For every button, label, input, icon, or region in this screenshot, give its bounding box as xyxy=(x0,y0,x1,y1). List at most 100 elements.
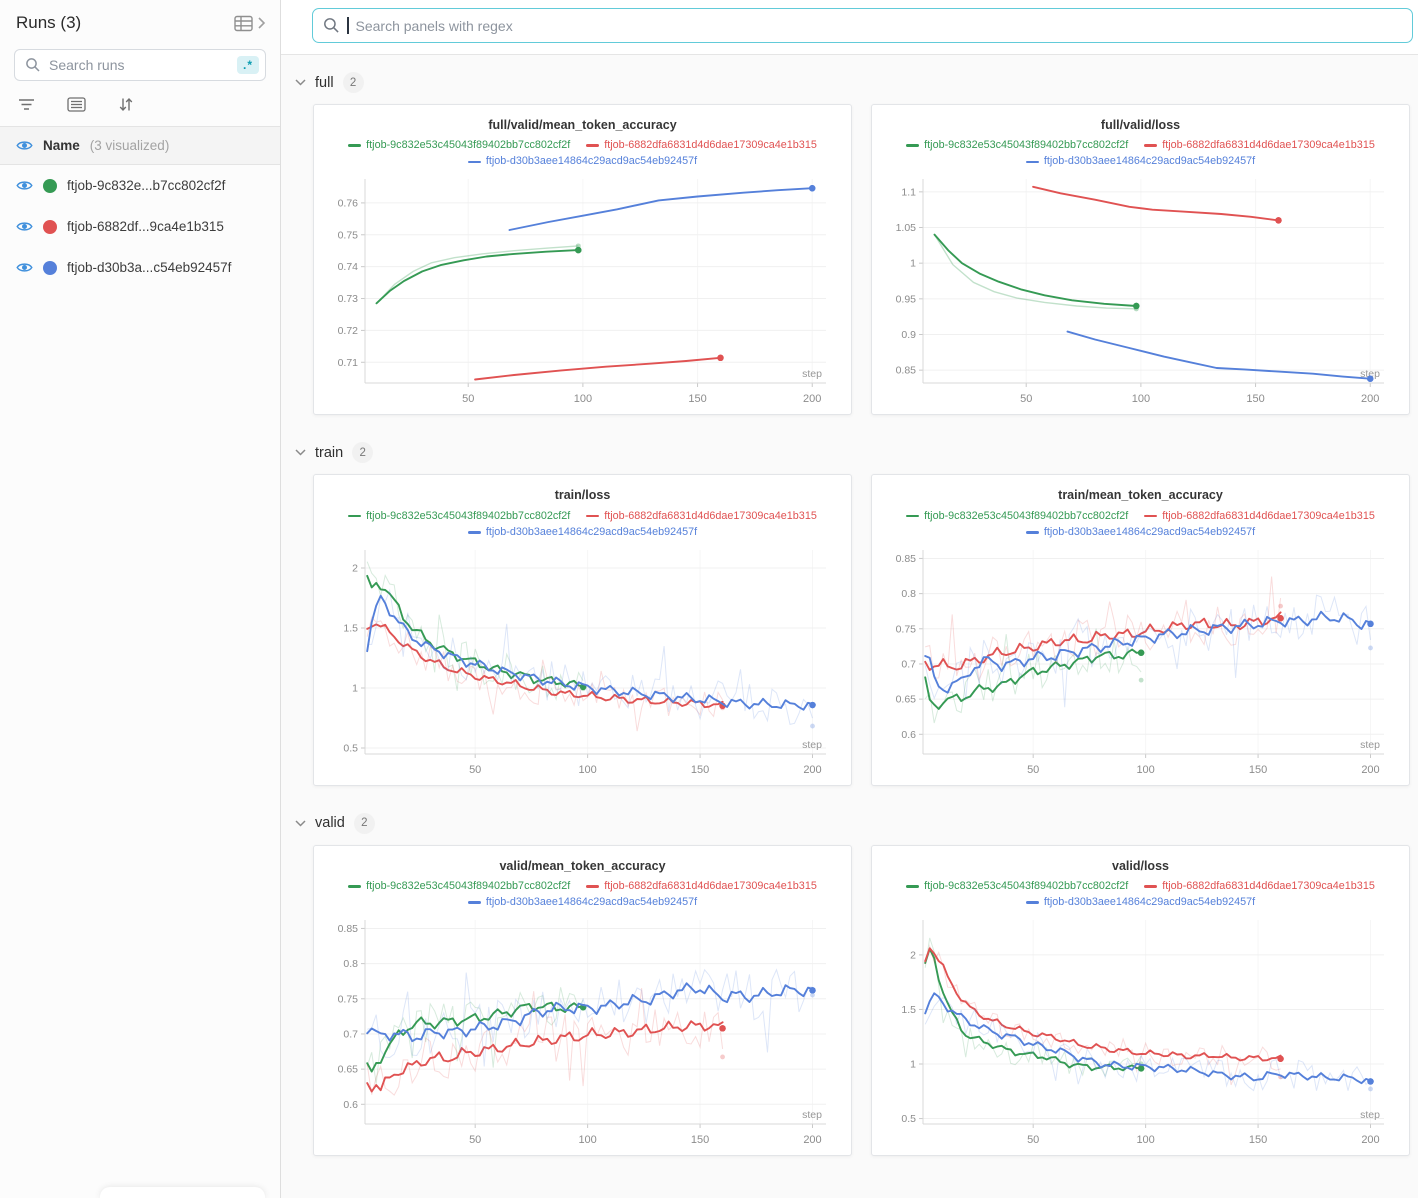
runs-table-header: Name (3 visualized) xyxy=(0,126,280,165)
chart-panel[interactable]: valid/mean_token_accuracyftjob-9c832e53c… xyxy=(313,845,852,1156)
legend-run-name: ftjob-d30b3aee14864c29acd9ac54eb92457f xyxy=(1044,525,1255,540)
legend-item[interactable]: ftjob-6882dfa6831d4d6dae17309ca4e1b315 xyxy=(586,138,817,153)
sort-icon[interactable] xyxy=(118,97,134,112)
legend-item[interactable]: ftjob-6882dfa6831d4d6dae17309ca4e1b315 xyxy=(1144,879,1375,894)
legend-item[interactable]: ftjob-d30b3aee14864c29acd9ac54eb92457f xyxy=(468,154,697,169)
legend-swatch-icon xyxy=(906,515,919,518)
legend-swatch-icon xyxy=(1026,161,1039,164)
section-label[interactable]: full xyxy=(315,75,334,91)
svg-text:50: 50 xyxy=(469,764,481,776)
chevron-down-icon[interactable] xyxy=(295,820,306,827)
regex-toggle-button[interactable]: .* xyxy=(237,56,259,74)
svg-text:0.5: 0.5 xyxy=(343,742,358,754)
legend-run-name: ftjob-d30b3aee14864c29acd9ac54eb92457f xyxy=(486,895,697,910)
chart-legend: ftjob-9c832e53c45043f89402bb7cc802cf2fft… xyxy=(325,507,840,539)
legend-item[interactable]: ftjob-9c832e53c45043f89402bb7cc802cf2f xyxy=(348,879,570,894)
columns-icon[interactable] xyxy=(67,97,86,112)
chart-canvas[interactable]: 501001502000.60.650.70.750.80.85step xyxy=(883,542,1398,780)
svg-text:50: 50 xyxy=(469,1134,481,1146)
legend-swatch-icon xyxy=(1026,901,1039,904)
svg-text:200: 200 xyxy=(803,1134,821,1146)
legend-item[interactable]: ftjob-9c832e53c45043f89402bb7cc802cf2f xyxy=(348,509,570,524)
legend-item[interactable]: ftjob-6882dfa6831d4d6dae17309ca4e1b315 xyxy=(1144,138,1375,153)
series-end-dot xyxy=(1133,303,1139,309)
visibility-eye-icon[interactable] xyxy=(16,179,33,192)
visibility-eye-icon[interactable] xyxy=(16,261,33,274)
table-view-icon[interactable] xyxy=(234,15,255,32)
run-name[interactable]: ftjob-6882df...9ca4e1b315 xyxy=(67,219,224,234)
chevron-down-icon[interactable] xyxy=(295,449,306,456)
chart-panel[interactable]: train/mean_token_accuracy ftjob-9c832e53c… xyxy=(871,474,1410,785)
svg-text:100: 100 xyxy=(1136,1134,1154,1146)
chevron-down-icon[interactable] xyxy=(295,79,306,86)
legend-item[interactable]: ftjob-9c832e53c45043f89402bb7cc802cf2f xyxy=(906,509,1128,524)
legend-item[interactable]: ftjob-9c832e53c45043f89402bb7cc802cf2f xyxy=(906,879,1128,894)
runs-title: Runs (3) xyxy=(16,13,81,33)
panel-grid: train/loss ftjob-9c832e53c45043f89402bb7c… xyxy=(313,474,1410,785)
legend-run-name: ftjob-6882dfa6831d4d6dae17309ca4e1b315 xyxy=(1162,138,1375,153)
collapse-sidebar-icon[interactable] xyxy=(257,16,266,30)
svg-text:150: 150 xyxy=(691,764,709,776)
chart-panel[interactable]: full/valid/loss ftjob-9c832e53c45043f8940… xyxy=(871,104,1410,415)
search-panels-placeholder: Search panels with regex xyxy=(356,18,513,34)
chart-canvas[interactable]: 501001502000.60.650.70.750.80.85step xyxy=(325,912,840,1150)
chart-panel[interactable]: full/valid/mean_token_accuracyftjob-9c83… xyxy=(313,104,852,415)
visibility-eye-icon[interactable] xyxy=(16,220,33,233)
svg-text:50: 50 xyxy=(1020,393,1032,405)
panels-area: Search panels with regex full 2 full/val… xyxy=(281,0,1418,1198)
chart-canvas[interactable]: 501001502000.511.52step xyxy=(883,912,1398,1150)
run-color-dot xyxy=(43,220,57,234)
name-column-header[interactable]: Name xyxy=(43,138,80,153)
run-row-3[interactable]: ftjob-d30b3a...c54eb92457f xyxy=(0,247,280,288)
chart-legend: ftjob-9c832e53c45043f89402bb7cc802cf2fft… xyxy=(883,137,1398,169)
chart-legend: ftjob-9c832e53c45043f89402bb7cc802cf2fft… xyxy=(883,878,1398,910)
chart-title: train/mean_token_accuracy xyxy=(883,488,1398,502)
legend-item[interactable]: ftjob-6882dfa6831d4d6dae17309ca4e1b315 xyxy=(586,879,817,894)
run-row-2[interactable]: ftjob-6882df...9ca4e1b315 xyxy=(0,206,280,247)
legend-item[interactable]: ftjob-d30b3aee14864c29acd9ac54eb92457f xyxy=(468,895,697,910)
visibility-all-eye-icon[interactable] xyxy=(16,139,33,152)
legend-run-name: ftjob-6882dfa6831d4d6dae17309ca4e1b315 xyxy=(604,879,817,894)
svg-text:0.6: 0.6 xyxy=(343,1099,358,1111)
series-end-dot xyxy=(809,987,815,993)
chart-legend: ftjob-9c832e53c45043f89402bb7cc802cf2fft… xyxy=(325,137,840,169)
legend-run-name: ftjob-6882dfa6831d4d6dae17309ca4e1b315 xyxy=(1162,879,1375,894)
series-end-dot xyxy=(1277,615,1283,621)
search-panels-input[interactable]: Search panels with regex xyxy=(312,8,1413,43)
legend-item[interactable]: ftjob-d30b3aee14864c29acd9ac54eb92457f xyxy=(1026,895,1255,910)
legend-run-name: ftjob-6882dfa6831d4d6dae17309ca4e1b315 xyxy=(604,509,817,524)
section-train: train 2 train/lossftjob-9c832e53c45043f8… xyxy=(281,425,1418,785)
series-end-dot xyxy=(719,1025,725,1031)
run-name[interactable]: ftjob-9c832e...b7cc802cf2f xyxy=(67,178,225,193)
svg-text:0.8: 0.8 xyxy=(901,588,916,600)
section-label[interactable]: train xyxy=(315,445,343,461)
chart-panel[interactable]: valid/lossftjob-9c832e53c45043f89402bb7c… xyxy=(871,845,1410,1156)
filter-icon[interactable] xyxy=(18,98,35,111)
search-runs-input[interactable]: Search runs .* xyxy=(14,49,266,81)
chart-panel[interactable]: train/loss ftjob-9c832e53c45043f89402bb7c… xyxy=(313,474,852,785)
svg-text:0.65: 0.65 xyxy=(896,693,917,705)
run-row-1[interactable]: ftjob-9c832e...b7cc802cf2f xyxy=(0,165,280,206)
svg-text:0.6: 0.6 xyxy=(901,729,916,741)
legend-item[interactable]: ftjob-6882dfa6831d4d6dae17309ca4e1b315 xyxy=(586,509,817,524)
chart-canvas[interactable]: 501001502000.850.90.9511.051.1step xyxy=(883,171,1398,409)
svg-text:200: 200 xyxy=(1361,1134,1379,1146)
run-color-dot xyxy=(43,261,57,275)
legend-item[interactable]: ftjob-d30b3aee14864c29acd9ac54eb92457f xyxy=(468,525,697,540)
legend-item[interactable]: ftjob-9c832e53c45043f89402bb7cc802cf2f xyxy=(348,138,570,153)
legend-item[interactable]: ftjob-d30b3aee14864c29acd9ac54eb92457f xyxy=(1026,525,1255,540)
chart-title: train/loss xyxy=(325,488,840,502)
section-label[interactable]: valid xyxy=(315,815,345,831)
svg-text:100: 100 xyxy=(1136,764,1154,776)
chart-canvas[interactable]: 501001502000.710.720.730.740.750.76step xyxy=(325,171,840,409)
legend-run-name: ftjob-9c832e53c45043f89402bb7cc802cf2f xyxy=(366,509,570,524)
svg-text:100: 100 xyxy=(578,1134,596,1146)
svg-text:1: 1 xyxy=(352,682,358,694)
svg-text:150: 150 xyxy=(691,1134,709,1146)
legend-item[interactable]: ftjob-9c832e53c45043f89402bb7cc802cf2f xyxy=(906,138,1128,153)
chart-canvas[interactable]: 501001502000.511.52step xyxy=(325,542,840,780)
chart-title: full/valid/loss xyxy=(883,118,1398,132)
legend-item[interactable]: ftjob-d30b3aee14864c29acd9ac54eb92457f xyxy=(1026,154,1255,169)
legend-item[interactable]: ftjob-6882dfa6831d4d6dae17309ca4e1b315 xyxy=(1144,509,1375,524)
run-name[interactable]: ftjob-d30b3a...c54eb92457f xyxy=(67,260,231,275)
